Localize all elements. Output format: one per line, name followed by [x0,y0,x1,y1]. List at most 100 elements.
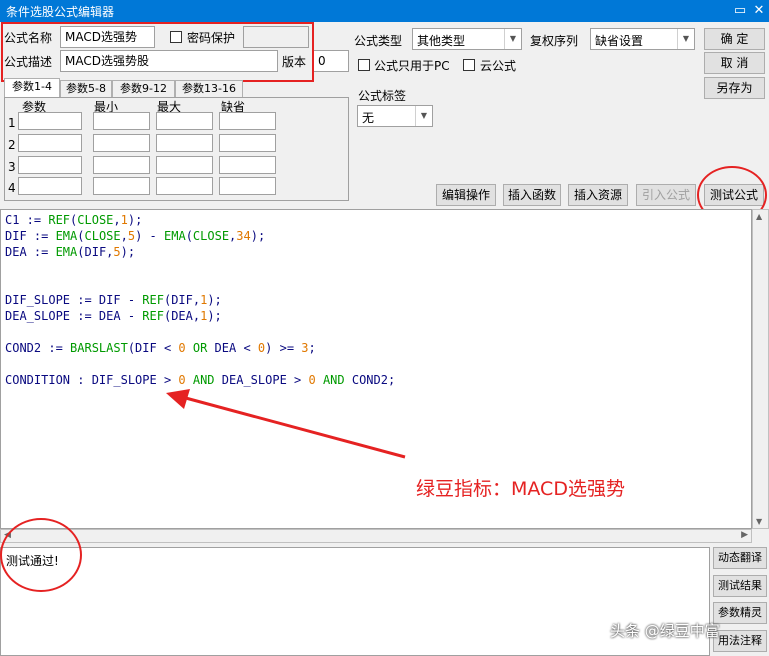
code-token: 0 [178,341,186,355]
code-token: OR [192,341,208,355]
tag-value: 无 [362,111,375,125]
code-editor[interactable]: C1 := REF(CLOSE,1); DIF := EMA(CLOSE,5) -… [0,209,752,529]
code-token: ( [185,229,193,243]
param-max-input[interactable] [156,112,213,130]
code-token: 3 [301,341,309,355]
code-token: CLOSE [192,229,230,243]
insert-function-button[interactable]: 插入函数 [503,184,561,206]
param-name-input[interactable] [18,156,82,174]
code-token: COND2 := [5,341,71,355]
code-token: ( [77,229,85,243]
scroll-right-icon[interactable]: ▶ [741,530,748,540]
code-token: (DIF, [77,245,114,259]
test-result-button[interactable]: 测试结果 [713,575,767,597]
code-token: (DIF < [127,341,179,355]
code-line: DIF_SLOPE := DIF - REF(DIF,1); [5,292,395,308]
horizontal-scrollbar[interactable]: ◀ ▶ [0,529,752,543]
code-token: ); [207,293,222,307]
code-token: 1 [120,213,128,227]
code-token: ); [250,229,266,243]
annotation-text: 绿豆指标：MACD选强势 [416,478,625,500]
formula-code[interactable]: C1 := REF(CLOSE,1); DIF := EMA(CLOSE,5) -… [5,212,395,388]
code-token: REF [142,309,164,323]
param-name-input[interactable] [18,112,82,130]
tab-params-13-16[interactable]: 参数13-16 [175,80,243,97]
tab-params-5-8[interactable]: 参数5-8 [60,80,112,97]
pc-only-checkbox[interactable] [358,59,370,71]
cloud-label: 云公式 [480,59,517,73]
code-token: DEA := [5,245,56,259]
formula-type-select[interactable]: 其他类型 ▼ [412,28,522,50]
scroll-down-icon[interactable]: ▼ [756,517,762,526]
param-default-input[interactable] [219,112,276,130]
code-token: CONDITION : DIF_SLOPE > [5,373,179,387]
code-line: C1 := REF(CLOSE,1); [5,212,395,228]
code-token: (DEA, [163,309,201,323]
code-token: DEA < [207,341,258,355]
param-wizard-button[interactable]: 参数精灵 [713,602,767,624]
param-max-input[interactable] [156,177,213,195]
param-max-input[interactable] [156,134,213,152]
ok-button[interactable]: 确 定 [704,28,765,50]
param-min-input[interactable] [93,134,150,152]
cancel-button[interactable]: 取 消 [704,52,765,74]
code-token: DIF := [5,229,56,243]
highlight-circle [0,518,82,592]
rights-select[interactable]: 缺省设置 ▼ [590,28,695,50]
code-line: COND2 := BARSLAST(DIF < 0 OR DEA < 0) >=… [5,340,395,356]
code-line: DEA_SLOPE := DEA - REF(DEA,1); [5,308,395,324]
code-token: 5 [127,229,136,243]
code-token: ); [207,309,222,323]
vertical-scrollbar[interactable]: ▲ ▼ [752,209,769,529]
window-title: 条件选股公式编辑器 [6,5,115,19]
scroll-up-icon[interactable]: ▲ [756,212,762,221]
code-token: REF [48,213,71,227]
code-token: , [113,213,121,227]
chevron-down-icon: ▼ [415,106,432,126]
result-panel: 测试通过! [0,547,710,656]
param-name-input[interactable] [18,177,82,195]
param-default-input[interactable] [219,134,276,152]
watermark: 头条 @绿豆中富 [610,622,720,640]
code-token: (DIF, [163,293,201,307]
chevron-down-icon: ▼ [504,29,521,49]
tab-params-1-4[interactable]: 参数1-4 [4,78,60,98]
code-token: ); [120,245,136,259]
title-bar: 条件选股公式编辑器 ▭ ✕ [0,0,769,22]
code-token: DIF_SLOPE := DIF - [5,293,143,307]
pc-only-label: 公式只用于PC [374,59,450,73]
usage-notes-button[interactable]: 用法注释 [713,630,767,652]
cloud-checkbox[interactable] [463,59,475,71]
version-input[interactable]: 0 [313,50,349,72]
param-default-input[interactable] [219,156,276,174]
edit-operation-button[interactable]: 编辑操作 [436,184,496,206]
highlight-box [1,22,314,82]
code-token: ; [308,341,316,355]
save-as-button[interactable]: 另存为 [704,77,765,99]
code-line: DEA := EMA(DIF,5); [5,244,395,260]
code-token: 5 [113,245,121,259]
code-token: EMA [164,229,186,243]
tab-params-9-12[interactable]: 参数9-12 [112,80,175,97]
code-token: EMA [55,229,78,243]
maximize-button[interactable]: ▭ [731,2,749,20]
param-name-input[interactable] [18,134,82,152]
close-button[interactable]: ✕ [750,2,768,20]
dynamic-translate-button[interactable]: 动态翻译 [713,547,767,569]
insert-resource-button[interactable]: 插入资源 [568,184,628,206]
code-token: BARSLAST [70,341,128,355]
param-min-input[interactable] [93,112,150,130]
import-formula-button[interactable]: 引入公式 [636,184,696,206]
param-default-input[interactable] [219,177,276,195]
code-token: ) >= [265,341,302,355]
param-row-number: 2 [8,138,16,152]
param-min-input[interactable] [93,156,150,174]
param-max-input[interactable] [156,156,213,174]
annotation-arrow [166,389,406,459]
code-token: DEA_SLOPE := DEA - [5,309,143,323]
param-min-input[interactable] [93,177,150,195]
code-token: 34 [236,229,251,243]
tag-select[interactable]: 无 ▼ [357,105,433,127]
